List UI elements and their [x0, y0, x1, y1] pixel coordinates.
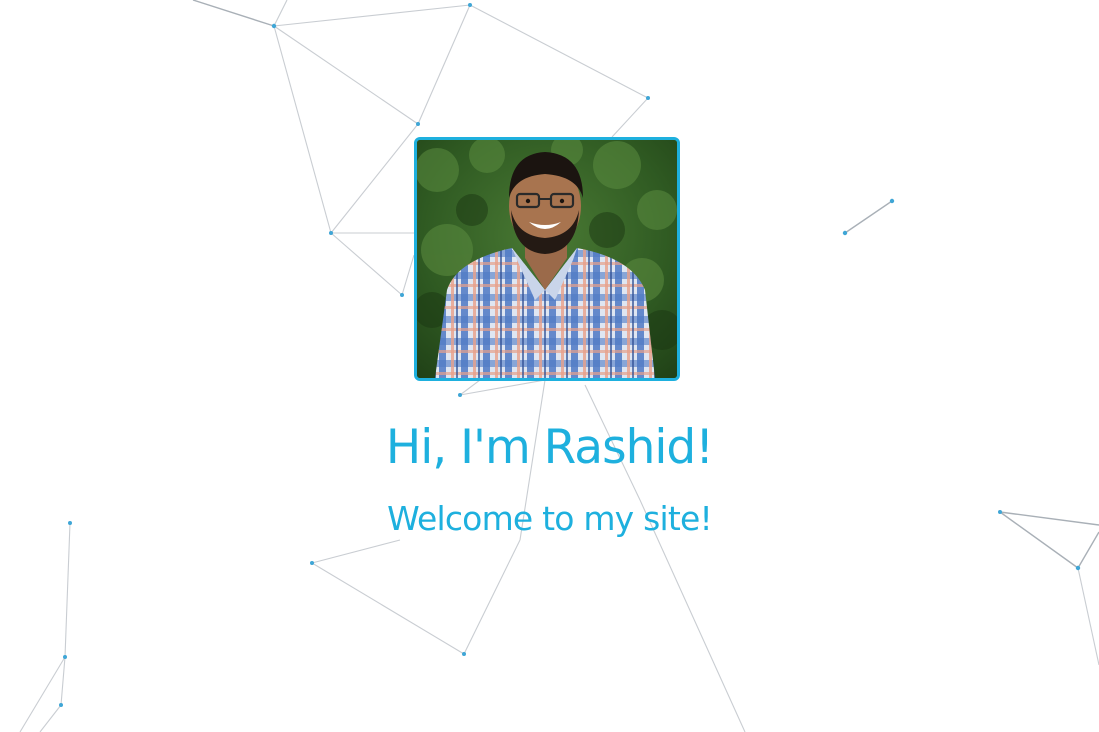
hero-title: Hi, I'm Rashid!: [385, 420, 714, 475]
page: Hi, I'm Rashid! Welcome to my site!: [0, 0, 1099, 732]
profile-photo: [414, 137, 680, 381]
hero-subtitle: Welcome to my site!: [387, 499, 713, 538]
profile-photo-image: [417, 140, 677, 378]
